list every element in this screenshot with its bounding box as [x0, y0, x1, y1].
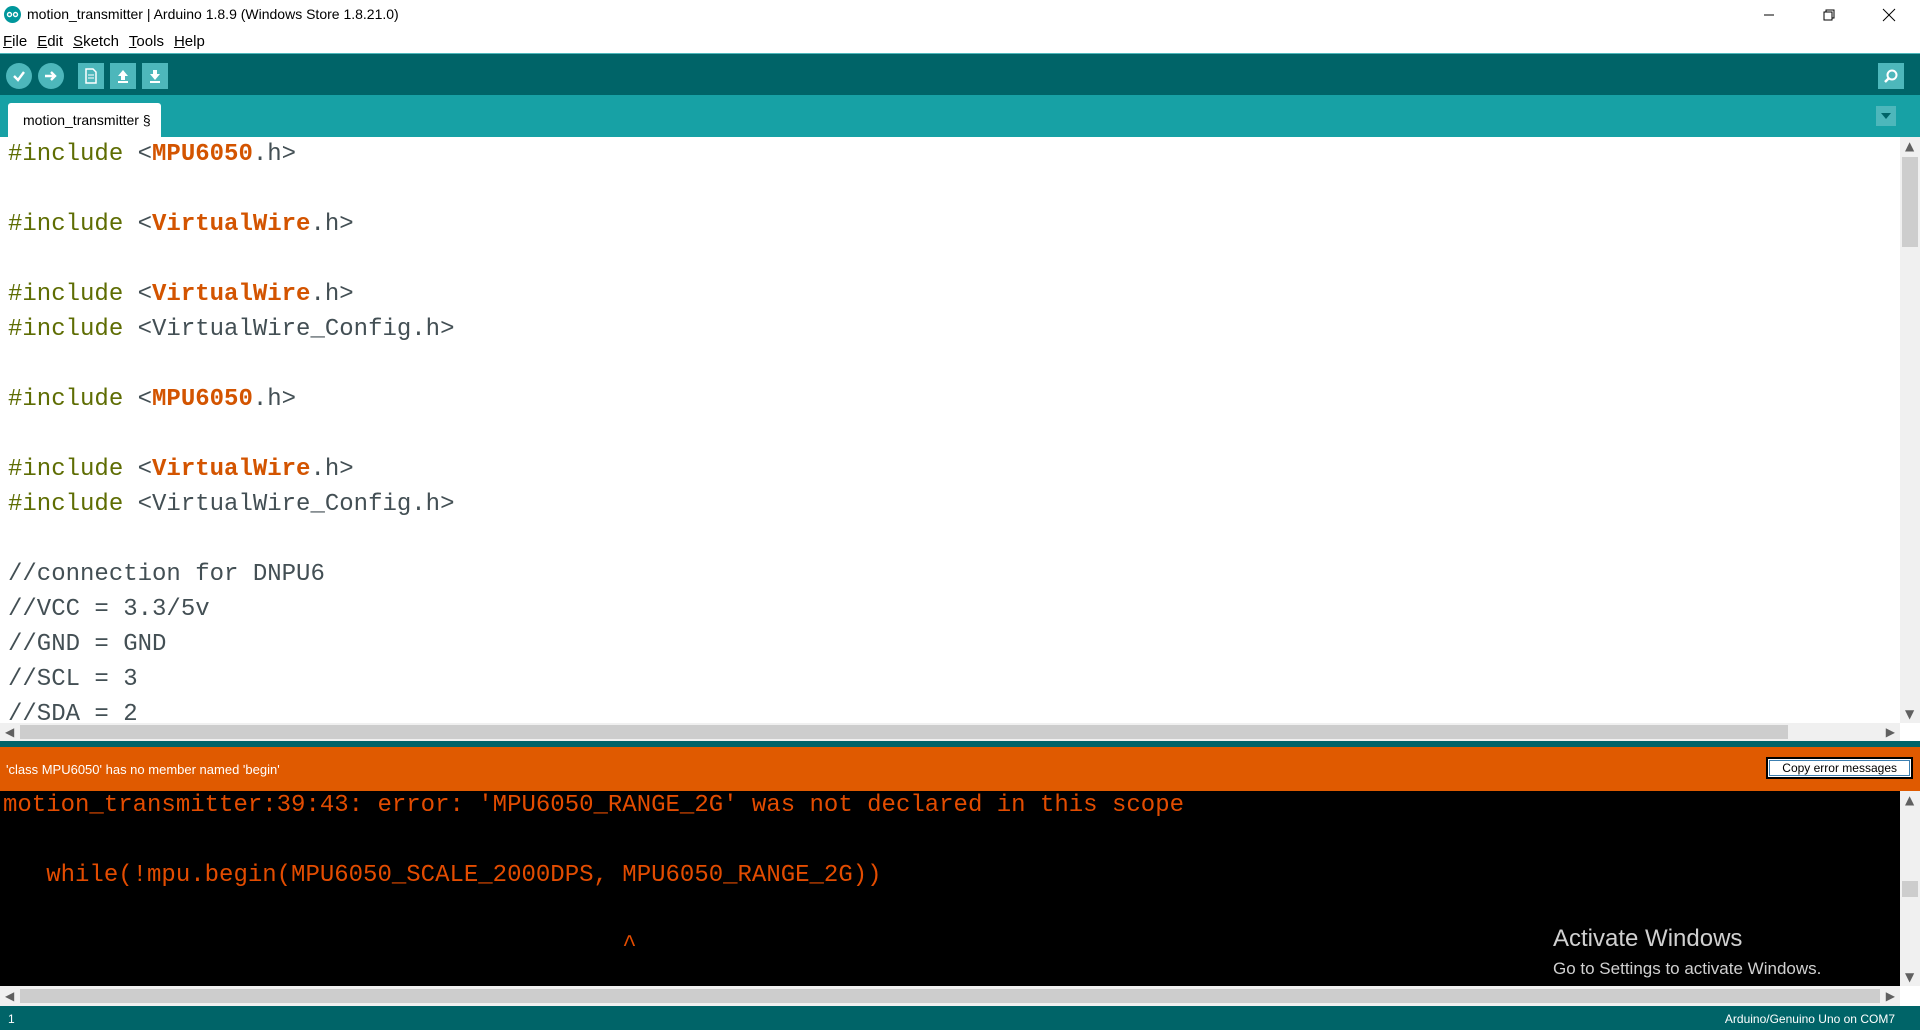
title-bar: motion_transmitter | Arduino 1.8.9 (Wind…	[0, 0, 1920, 30]
menu-file[interactable]: File	[3, 33, 27, 50]
scroll-down-icon[interactable]: ▼	[1905, 707, 1914, 721]
scroll-down-icon[interactable]: ▼	[1905, 970, 1914, 984]
code-line: //VCC = 3.3/5v	[8, 596, 210, 623]
serial-monitor-icon	[1884, 69, 1898, 83]
scrollbar-thumb[interactable]	[1902, 157, 1918, 247]
tabs-bar: motion_transmitter §	[0, 95, 1920, 137]
menu-edit[interactable]: Edit	[37, 33, 63, 50]
restore-icon	[1823, 9, 1835, 21]
new-button[interactable]	[78, 63, 104, 89]
save-button[interactable]	[142, 63, 168, 89]
scroll-up-icon[interactable]: ▲	[1905, 793, 1914, 807]
scroll-right-icon[interactable]: ▶	[1886, 989, 1895, 1003]
minimize-button[interactable]	[1746, 0, 1792, 30]
new-icon	[85, 68, 97, 84]
error-message: 'class MPU6050' has no member named 'beg…	[6, 762, 280, 777]
close-icon	[1882, 8, 1896, 22]
console-line: while(!mpu.begin(MPU6050_SCALE_2000DPS, …	[3, 862, 882, 889]
console-vertical-scrollbar[interactable]: ▲ ▼	[1900, 791, 1920, 986]
code-line: //connection for DNPU6	[8, 561, 325, 588]
code-line: //SDA = 2	[8, 701, 138, 723]
scroll-right-icon[interactable]: ▶	[1886, 725, 1895, 739]
scrollbar-thumb[interactable]	[20, 989, 1880, 1003]
verify-icon	[13, 71, 25, 82]
tab-motion-transmitter[interactable]: motion_transmitter §	[8, 103, 161, 137]
code-line: #include <VirtualWire_Config.h>	[8, 491, 455, 518]
code-line: #include <MPU6050.h>	[8, 141, 297, 168]
tab-menu-button[interactable]	[1876, 106, 1896, 126]
menu-tools[interactable]: Tools	[129, 33, 164, 50]
restore-button[interactable]	[1806, 0, 1852, 30]
console-horizontal-scrollbar[interactable]: ◀ ▶	[0, 986, 1900, 1006]
tab-label: motion_transmitter §	[23, 112, 151, 128]
editor-horizontal-scrollbar[interactable]: ◀ ▶	[0, 723, 1900, 741]
code-line: #include <VirtualWire.h>	[8, 211, 354, 238]
scroll-up-icon[interactable]: ▲	[1905, 139, 1914, 153]
scroll-left-icon[interactable]: ◀	[5, 989, 14, 1003]
serial-monitor-button[interactable]	[1878, 63, 1904, 89]
menu-bar: File Edit Sketch Tools Help	[0, 30, 1920, 53]
menu-sketch[interactable]: Sketch	[73, 33, 119, 50]
scrollbar-thumb[interactable]	[20, 725, 1788, 739]
close-button[interactable]	[1866, 0, 1912, 30]
scroll-left-icon[interactable]: ◀	[5, 725, 14, 739]
minimize-icon	[1764, 14, 1774, 16]
line-number: 1	[8, 1012, 15, 1026]
code-editor[interactable]: #include <MPU6050.h> #include <VirtualWi…	[0, 137, 1900, 723]
toolbar	[0, 53, 1920, 95]
copy-error-messages-button[interactable]: Copy error messages	[1766, 757, 1913, 779]
scrollbar-thumb[interactable]	[1902, 881, 1918, 897]
console-line: ^	[3, 932, 637, 959]
upload-icon	[45, 71, 57, 81]
code-line: #include <VirtualWire.h>	[8, 456, 354, 483]
console-line: motion_transmitter:39:43: error: 'MPU605…	[3, 792, 1184, 819]
menu-help[interactable]: Help	[174, 33, 205, 50]
open-icon	[118, 70, 128, 83]
open-button[interactable]	[110, 63, 136, 89]
code-line: #include <VirtualWire_Config.h>	[8, 316, 455, 343]
error-status-bar: 'class MPU6050' has no member named 'beg…	[0, 747, 1920, 791]
editor-vertical-scrollbar[interactable]: ▲ ▼	[1900, 137, 1920, 723]
verify-button[interactable]	[6, 63, 32, 89]
footer-status: 1 Arduino/Genuino Uno on COM7	[0, 1006, 1920, 1030]
board-port-info: Arduino/Genuino Uno on COM7	[1724, 1012, 1895, 1026]
code-line: //GND = GND	[8, 631, 167, 658]
save-icon	[150, 70, 160, 83]
window-title: motion_transmitter | Arduino 1.8.9 (Wind…	[27, 6, 399, 22]
arduino-logo-icon	[4, 6, 21, 23]
upload-button[interactable]	[38, 63, 64, 89]
code-line: //SCL = 3	[8, 666, 138, 693]
code-line: #include <VirtualWire.h>	[8, 281, 354, 308]
watermark-subtitle: Go to Settings to activate Windows.	[1553, 959, 1822, 978]
watermark-title: Activate Windows	[1553, 925, 1743, 952]
code-line: #include <MPU6050.h>	[8, 386, 297, 413]
chevron-down-icon	[1881, 113, 1891, 119]
activate-windows-watermark: Activate Windows Go to Settings to activ…	[1553, 925, 1821, 979]
